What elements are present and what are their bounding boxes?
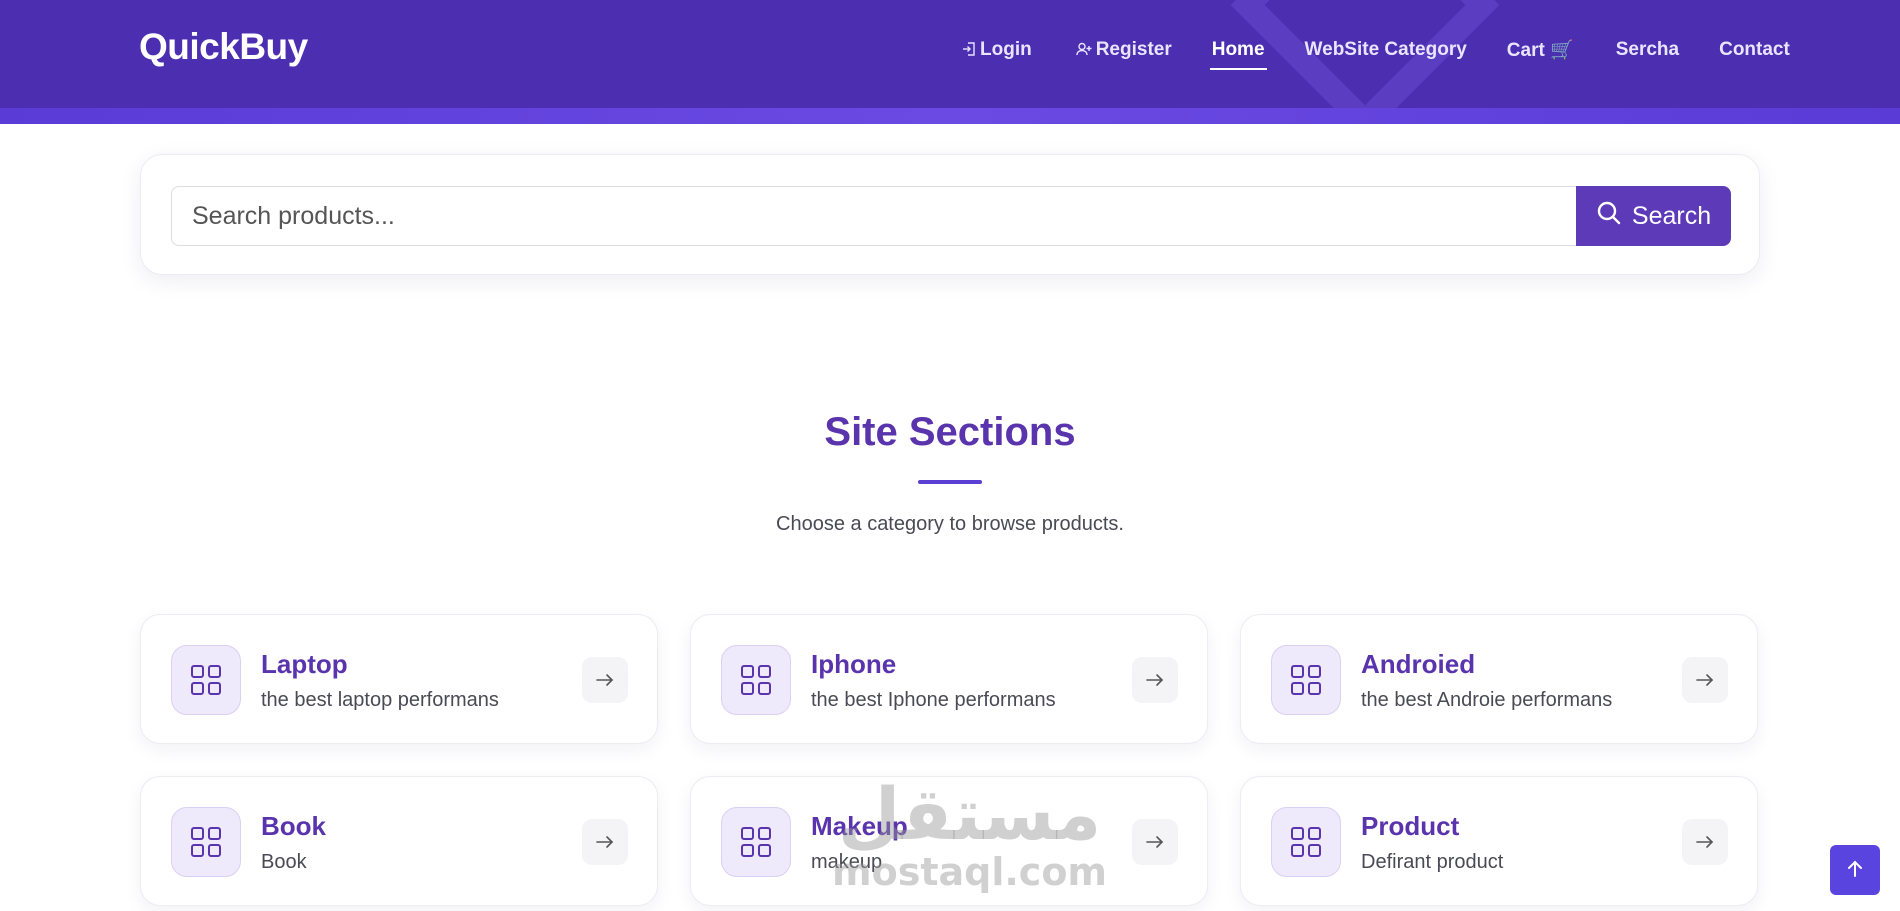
category-desc: Defirant product xyxy=(1361,851,1504,873)
top-navbar: QuickBuy Login Register Home WebSite Cat… xyxy=(0,0,1900,108)
grid-icon xyxy=(171,645,241,715)
arrow-right-icon[interactable] xyxy=(1132,657,1178,703)
category-card-androied[interactable]: Androied the best Androie performans xyxy=(1240,614,1758,744)
nav-cart-label: Cart 🛒 xyxy=(1506,40,1574,61)
category-desc: Book xyxy=(261,851,307,873)
site-logo[interactable]: QuickBuy xyxy=(139,26,308,68)
section-title: Site Sections xyxy=(824,410,1076,454)
nav-register[interactable]: Register xyxy=(1076,39,1172,61)
nav-home[interactable]: Home xyxy=(1209,39,1267,70)
category-card-iphone[interactable]: Iphone the best Iphone performans xyxy=(690,614,1208,744)
section-title-underline xyxy=(918,480,982,484)
grid-icon xyxy=(1271,645,1341,715)
login-icon xyxy=(962,41,976,59)
nav-website-category-label: WebSite Category xyxy=(1304,39,1467,60)
grid-icon xyxy=(1271,807,1341,877)
nav-search[interactable]: Sercha xyxy=(1616,39,1679,61)
category-title: Iphone xyxy=(811,649,897,679)
nav-register-label: Register xyxy=(1095,39,1172,60)
arrow-right-icon[interactable] xyxy=(582,819,628,865)
grid-icon xyxy=(721,807,791,877)
grid-icon xyxy=(171,807,241,877)
category-card-makeup[interactable]: Makeup makeup xyxy=(690,776,1208,906)
search-button[interactable]: Search xyxy=(1576,186,1731,246)
search-button-label: Search xyxy=(1631,201,1712,230)
category-title: Androied xyxy=(1361,649,1476,679)
nav-cart[interactable]: Cart 🛒 xyxy=(1507,38,1574,62)
category-title: Product xyxy=(1361,811,1460,841)
header-accent-strip xyxy=(0,108,1900,124)
section-subtitle: Choose a category to browse products. xyxy=(776,513,1124,535)
category-desc: the best Androie performans xyxy=(1361,689,1613,711)
grid-icon xyxy=(721,645,791,715)
search-input[interactable] xyxy=(171,186,1576,246)
category-desc: the best Iphone performans xyxy=(811,689,1056,711)
nav-login[interactable]: Login xyxy=(962,39,1032,61)
category-title: Makeup xyxy=(811,811,908,841)
nav-home-label: Home xyxy=(1211,39,1265,60)
category-title: Book xyxy=(261,811,326,841)
nav-login-label: Login xyxy=(980,39,1032,60)
search-icon xyxy=(1596,200,1622,233)
category-title: Laptop xyxy=(261,649,348,679)
nav-website-category[interactable]: WebSite Category xyxy=(1305,39,1467,61)
category-desc: the best laptop performans xyxy=(261,689,499,711)
nav-contact-label: Contact xyxy=(1719,39,1790,60)
arrow-up-icon xyxy=(1845,859,1865,882)
search-card: Search xyxy=(140,154,1760,275)
nav-search-label: Sercha xyxy=(1615,39,1680,60)
category-card-product[interactable]: Product Defirant product xyxy=(1240,776,1758,906)
arrow-right-icon[interactable] xyxy=(1132,819,1178,865)
arrow-right-icon[interactable] xyxy=(1682,819,1728,865)
arrow-right-icon[interactable] xyxy=(582,657,628,703)
arrow-right-icon[interactable] xyxy=(1682,657,1728,703)
category-desc: makeup xyxy=(811,851,883,873)
category-card-book[interactable]: Book Book xyxy=(140,776,658,906)
main-nav: Login Register Home WebSite Category Car… xyxy=(962,38,1790,70)
nav-contact[interactable]: Contact xyxy=(1719,39,1790,61)
scroll-to-top-button[interactable] xyxy=(1830,845,1880,895)
category-card-laptop[interactable]: Laptop the best laptop performans xyxy=(140,614,658,744)
user-plus-icon xyxy=(1076,42,1092,59)
